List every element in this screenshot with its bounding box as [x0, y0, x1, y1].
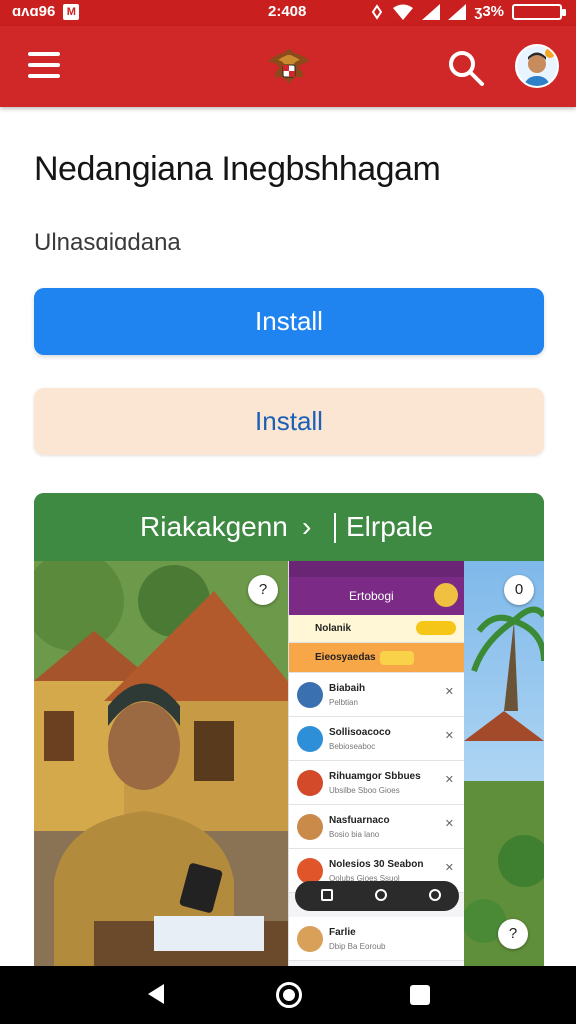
card-header-right[interactable]: Elrpale [346, 511, 433, 543]
search-icon[interactable] [446, 48, 486, 88]
page-title: Nedangiana Inegbshhagam [34, 150, 441, 188]
phone-row[interactable]: Nolanik [289, 615, 464, 643]
signal-icon [422, 3, 441, 20]
close-icon[interactable]: ✕ [445, 861, 454, 874]
app-bar [0, 26, 576, 107]
clock: 2:408 [268, 3, 307, 20]
chevron-right-icon: › [302, 511, 312, 542]
install-button-primary[interactable]: Install [34, 288, 544, 355]
phone-app-bar: Ertobogi [289, 577, 464, 615]
sim-icon: M [63, 3, 80, 20]
install-button-secondary[interactable]: Install [34, 388, 544, 455]
phone-row[interactable]: Nasfuarnaco Bosio bia lano ✕ [289, 805, 464, 849]
user-avatar-icon[interactable] [515, 44, 559, 88]
contact-avatar-icon [297, 682, 323, 708]
notification-dot [545, 48, 555, 58]
contact-avatar-icon [297, 814, 323, 840]
page-subtitle: Ulnasɑiɑdana [34, 229, 181, 256]
garuda-emblem-icon [268, 49, 310, 84]
phone-row[interactable]: Eieosyaedas [289, 643, 464, 673]
carrier-text: ɑʌɑ96 [12, 3, 56, 20]
card-header: Riakakgenn › Elrpale [34, 493, 544, 561]
phone-row-name: Farlie [329, 927, 356, 938]
phone-row-name: Nolanik [315, 623, 352, 634]
phone-status-bar [289, 561, 464, 577]
help-badge-bottom[interactable]: ? [498, 919, 528, 949]
phone-row[interactable]: Rihuamgor Sbbues Ubsilbe Sboo Gioes ✕ [289, 761, 464, 805]
phone-avatar-icon [434, 583, 458, 607]
phone-row-sub: Bebioseaboc [329, 742, 376, 751]
card-header-left[interactable]: Riakakgenn [140, 511, 288, 543]
phone-recents-icon[interactable] [429, 889, 441, 901]
phone-row-name: Eieosyaedas [315, 652, 376, 663]
close-icon[interactable]: ✕ [445, 685, 454, 698]
phone-row-sub: Pelbtian [329, 698, 358, 707]
phone-row-name: Rihuamgor Sbbues [329, 771, 421, 782]
info-badge-right[interactable]: 0 [504, 575, 534, 605]
phone-mockup: Ertobogi Nolanik Eieosyaedas Biabaih Pel… [288, 561, 464, 973]
status-right: ʒ3% [370, 3, 566, 20]
phone-row[interactable]: Sollisoacoco Bebioseaboc ✕ [289, 717, 464, 761]
phone-row-name: Nasfuarnaco [329, 815, 390, 826]
contact-avatar-icon [297, 770, 323, 796]
phone-nav-bar [295, 881, 459, 911]
signal-icon-2 [448, 3, 467, 20]
phone-row-name: Biabaih [329, 683, 366, 694]
battery-percent: ʒ3% [474, 3, 504, 20]
phone-home-icon[interactable] [375, 889, 387, 901]
close-icon[interactable]: ✕ [445, 817, 454, 830]
back-icon[interactable] [148, 984, 164, 1004]
hamburger-icon[interactable] [28, 52, 62, 80]
header-divider [334, 513, 336, 543]
alarm-icon [372, 3, 383, 20]
phone-row-name: Nolesios 30 Seabon [329, 859, 424, 870]
phone-row[interactable]: Biabaih Pelbtian ✕ [289, 673, 464, 717]
contact-avatar-icon [297, 726, 323, 752]
phone-title: Ertobogi [349, 589, 394, 603]
recents-icon[interactable] [410, 985, 430, 1005]
status-left: ɑʌɑ96 M [12, 3, 80, 20]
phone-row-sub: Dbip Ba Eoroub [329, 942, 386, 951]
phone-row-name: Sollisoacoco [329, 727, 391, 738]
phone-row-sub: Ubsilbe Sboo Gioes [329, 786, 400, 795]
status-bar: ɑʌɑ96 M 2:408 ʒ3% [0, 0, 576, 26]
battery-icon [512, 3, 566, 20]
close-icon[interactable]: ✕ [445, 773, 454, 786]
phone-row[interactable]: Farlie Dbip Ba Eoroub [289, 917, 464, 961]
preview-card: Riakakgenn › Elrpale Ertobogi Nolanik Ei… [34, 493, 544, 973]
home-icon[interactable] [276, 982, 302, 1008]
phone-row-pill [416, 621, 456, 635]
phone-row-pill [380, 651, 414, 665]
system-nav-bar [0, 966, 576, 1024]
wifi-icon [393, 4, 414, 20]
help-badge-left[interactable]: ? [248, 575, 278, 605]
contact-avatar-icon [297, 926, 323, 952]
close-icon[interactable]: ✕ [445, 729, 454, 742]
app-screen: ɑʌɑ96 M 2:408 ʒ3% Nedangiana Inegbshhaga… [0, 0, 576, 1024]
phone-back-icon[interactable] [321, 889, 333, 901]
phone-row-sub: Bosio bia lano [329, 830, 380, 839]
